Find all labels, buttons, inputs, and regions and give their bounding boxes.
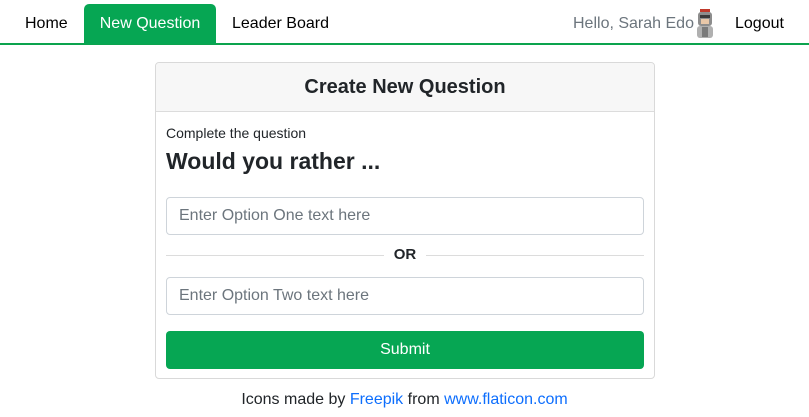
create-question-card: Create New Question Complete the questio… bbox=[155, 62, 655, 379]
freepik-link[interactable]: Freepik bbox=[350, 391, 403, 408]
nav-new-question-tab[interactable]: New Question bbox=[84, 4, 216, 44]
flaticon-link[interactable]: www.flaticon.com bbox=[444, 391, 568, 408]
nav-leaderboard-link[interactable]: Leader Board bbox=[216, 4, 345, 44]
option-two-input[interactable] bbox=[166, 277, 644, 315]
top-navbar: Home New Question Leader Board Hello, Sa… bbox=[0, 0, 809, 45]
submit-button[interactable]: Submit bbox=[166, 331, 644, 369]
attribution-footer: Icons made by Freepik from www.flaticon.… bbox=[0, 391, 809, 409]
question-prefix-heading: Would you rather ... bbox=[166, 148, 381, 174]
card-title: Create New Question bbox=[156, 63, 654, 112]
divider-line-right bbox=[426, 255, 644, 256]
knight-avatar-icon bbox=[694, 8, 716, 40]
or-divider: OR bbox=[166, 245, 644, 265]
footer-middle: from bbox=[407, 391, 440, 408]
complete-question-hint: Complete the question bbox=[166, 125, 307, 141]
logout-link[interactable]: Logout bbox=[719, 4, 800, 44]
option-one-input[interactable] bbox=[166, 197, 644, 235]
user-greeting: Hello, Sarah Edo bbox=[573, 15, 694, 32]
footer-prefix: Icons made by bbox=[241, 391, 346, 408]
nav-home-link[interactable]: Home bbox=[9, 4, 84, 44]
